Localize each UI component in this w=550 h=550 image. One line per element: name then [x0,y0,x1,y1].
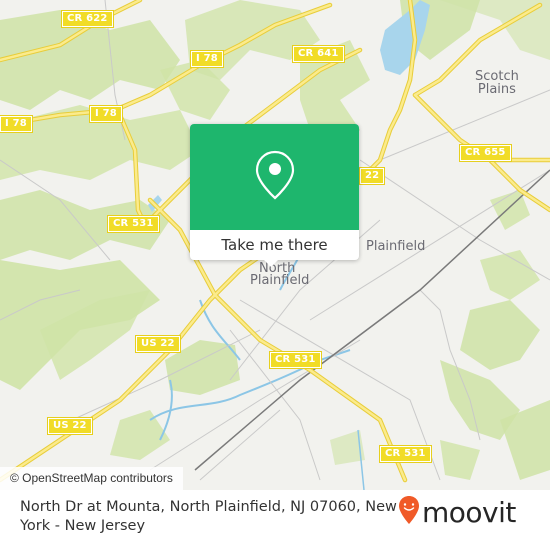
road-label-us22: US 22 [135,335,181,353]
popup-pointer [263,259,279,267]
road-label-i78: I 78 [0,115,33,133]
place-label-north-plainfield-line2: Plainfield [250,273,310,288]
road-label-cr531: CR 531 [107,215,160,233]
road-label-cr641: CR 641 [292,45,345,63]
map-pin-icon [255,150,295,204]
place-label-scotch-plains: Scotch Plains [475,69,519,97]
moovit-wordmark: moovit [422,495,516,529]
map-view[interactable]: CR 622 I 78 I 78 I 78 CR 641 CR 531 CR 6… [0,0,550,490]
location-popup: Take me there [190,124,359,260]
road-label-cr531: CR 531 [269,351,322,369]
popup-header [190,124,359,230]
road-label-us22: 22 [358,167,386,185]
road-label-i78: I 78 [190,50,224,68]
stop-address: North Dr at Mounta, North Plainfield, NJ… [20,499,397,534]
moovit-pin-icon [398,495,420,529]
place-label-plainfield: Plainfield [366,239,426,254]
road-label-cr655: CR 655 [459,144,512,162]
road-label-i78: I 78 [89,105,123,123]
road-label-us22: US 22 [47,417,93,435]
road-label-cr531: CR 531 [379,445,432,463]
moovit-logo: moovit [398,495,516,529]
map-attribution[interactable]: © OpenStreetMap contributors [0,467,183,490]
take-me-there-button[interactable]: Take me there [190,230,359,260]
footer: North Dr at Mounta, North Plainfield, NJ… [0,490,550,550]
road-label-cr622: CR 622 [61,10,114,28]
